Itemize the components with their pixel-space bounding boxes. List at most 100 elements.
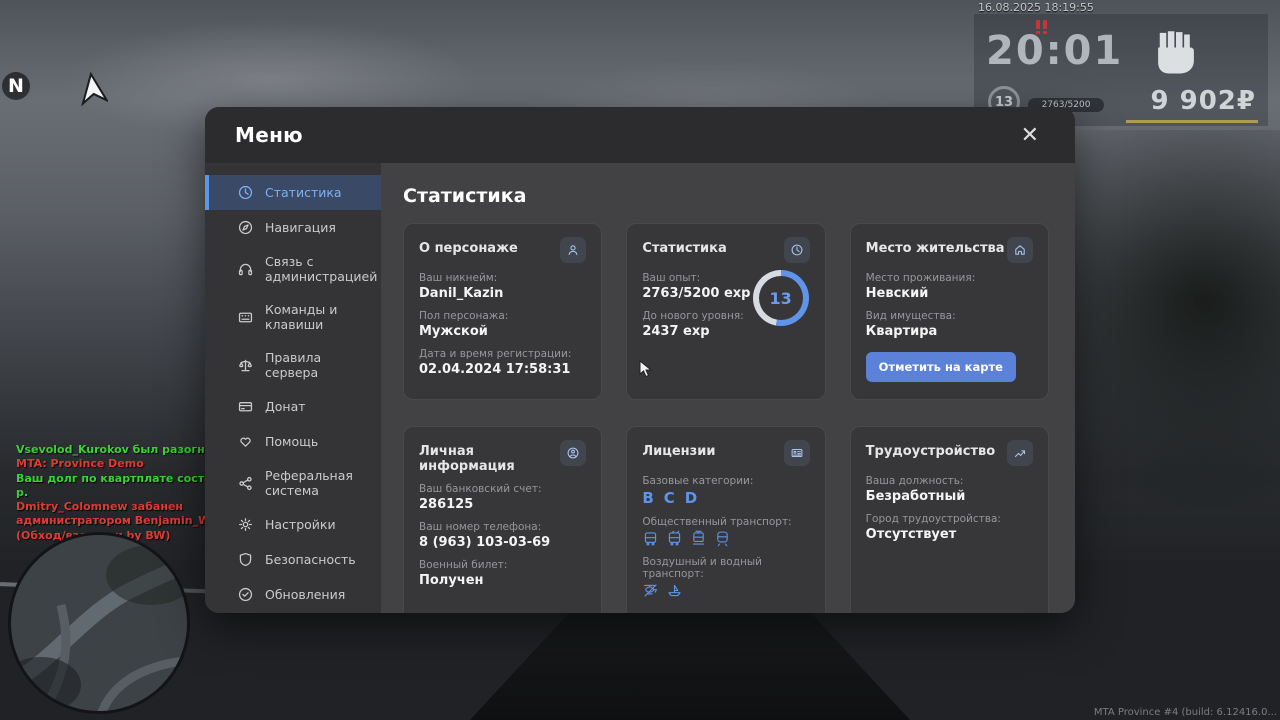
gear-icon (237, 516, 254, 533)
update-check-icon (237, 586, 254, 603)
career-chart-icon (1007, 440, 1033, 466)
field-label: Воздушный и водный транспорт: (642, 556, 809, 580)
headset-icon (237, 261, 254, 278)
nickname-value: Danil_Kazin (419, 286, 586, 301)
position-value: Безработный (866, 489, 1033, 504)
menu-content: Статистика О персонаже Ваш никнейм:Danil… (381, 163, 1075, 613)
card-character: О персонаже Ваш никнейм:Danil_Kazin Пол … (403, 223, 602, 400)
bank-card-icon (237, 398, 254, 415)
next-level-value: 2437 exp (642, 324, 752, 339)
field-label: Место проживания: (866, 272, 1033, 284)
minimap-roads (11, 535, 187, 711)
page-title: Статистика (403, 185, 1049, 207)
trolleybus-icon (666, 530, 683, 547)
field-label: Базовые категории: (642, 475, 809, 487)
card-title: Трудоустройство (866, 440, 996, 459)
sidebar-item-security[interactable]: Безопасность (205, 542, 381, 577)
compass-icon (237, 219, 254, 236)
clock-icon (784, 237, 810, 263)
minimap-north-marker: N (2, 72, 30, 100)
field-label: До нового уровня: (642, 310, 752, 322)
sidebar-item-label: Помощь (265, 434, 318, 449)
card-title: О персонаже (419, 237, 518, 256)
sidebar-item-donate[interactable]: Донат (205, 389, 381, 424)
menu-title: Меню (235, 123, 303, 147)
person-icon (560, 237, 586, 263)
sidebar-item-help[interactable]: Помощь (205, 424, 381, 459)
field-label: Пол персонажа: (419, 310, 586, 322)
field-label: Город трудоустройства: (866, 513, 1033, 525)
card-title: Статистика (642, 237, 726, 256)
public-transport-icons (642, 530, 809, 547)
player-arrow-icon (78, 72, 108, 110)
sidebar-item-commands-keys[interactable]: Команды и клавиши (205, 293, 381, 341)
sidebar-item-label: Донат (265, 399, 306, 414)
metro-icon (714, 530, 731, 547)
shield-icon (237, 551, 254, 568)
field-label: Военный билет: (419, 559, 586, 571)
card-title: Лицензии (642, 440, 715, 459)
hud-datetime: 16.08.2025 18:19:55 (978, 1, 1094, 14)
mark-on-map-button[interactable]: Отметить на карте (866, 352, 1016, 382)
heart-hand-icon (237, 433, 254, 450)
hud-money: 9 902₽ (1150, 86, 1256, 116)
field-label: Ваш номер телефона: (419, 521, 586, 533)
card-residence: Место жительства Место проживания:Невски… (850, 223, 1049, 400)
close-button[interactable]: ✕ (1015, 120, 1045, 150)
bus-icon (642, 530, 659, 547)
money-underline (1126, 120, 1258, 123)
sidebar-item-statistics[interactable]: Статистика (205, 175, 381, 210)
sidebar-item-label: Навигация (265, 220, 336, 235)
sidebar-item-label: Реферальная система (265, 468, 371, 498)
helicopter-crossed-icon (642, 582, 659, 599)
card-title: Личная информация (419, 440, 560, 474)
minimap (8, 532, 190, 714)
sidebar-item-referral[interactable]: Реферальная система (205, 459, 381, 507)
field-label: Ваш опыт: (642, 272, 752, 284)
person-circle-icon (560, 440, 586, 466)
sidebar-item-label: Команды и клавиши (265, 302, 371, 332)
card-employment: Трудоустройство Ваша должность: Безработн… (850, 426, 1049, 613)
location-value: Невский (866, 286, 1033, 301)
military-ticket-value: Получен (419, 573, 586, 588)
sidebar-item-updates[interactable]: Обновления (205, 577, 381, 612)
tram-icon (690, 530, 707, 547)
boat-icon (666, 582, 683, 599)
build-info: MTA Province #4 (build: 6.12416.0... (1094, 707, 1277, 718)
province-fist-icon (1150, 26, 1202, 82)
sidebar-item-label: Настройки (265, 517, 336, 532)
alert-icon (1036, 20, 1047, 29)
card-statistics: Статистика Ваш опыт: 2763/5200 exp До нов… (626, 223, 825, 400)
id-card-icon (784, 440, 810, 466)
level-value: 13 (759, 276, 803, 320)
menu-header: Меню ✕ (205, 107, 1075, 163)
exp-value: 2763/5200 exp (642, 286, 752, 301)
clock-icon (237, 184, 254, 201)
phone-value: 8 (963) 103-03-69 (419, 535, 586, 550)
field-label: Ваша должность: (866, 475, 1033, 487)
home-icon (1007, 237, 1033, 263)
level-progress-ring: 13 (753, 270, 809, 326)
card-personal-info: Личная информация Ваш банковский счет:28… (403, 426, 602, 613)
keyboard-icon (237, 309, 254, 326)
sidebar-item-navigation[interactable]: Навигация (205, 210, 381, 245)
category-d: D (685, 489, 697, 507)
field-label: Общественный транспорт: (642, 516, 809, 528)
field-label: Вид имущества: (866, 310, 1033, 322)
registration-value: 02.04.2024 17:58:31 (419, 362, 586, 377)
category-c: C (664, 489, 675, 507)
field-label: Ваш банковский счет: (419, 483, 586, 495)
card-licenses: Лицензии Базовые категории: B C D (626, 426, 825, 613)
game-screen: 16.08.2025 18:19:55 20:01 13 2763/5200 9… (0, 0, 1280, 720)
sidebar-item-label: Обновления (265, 587, 345, 602)
mouse-cursor-icon (639, 360, 653, 382)
north-label: N (8, 75, 24, 97)
sidebar-item-label: Статистика (265, 185, 342, 200)
gender-value: Мужской (419, 324, 586, 339)
category-b: B (642, 489, 653, 507)
sidebar-item-settings[interactable]: Настройки (205, 507, 381, 542)
license-categories: B C D (642, 489, 809, 507)
sidebar-item-admin-contact[interactable]: Связь с администрацией (205, 245, 381, 293)
sidebar-item-server-rules[interactable]: Правила сервера (205, 341, 381, 389)
property-value: Квартира (866, 324, 1033, 339)
